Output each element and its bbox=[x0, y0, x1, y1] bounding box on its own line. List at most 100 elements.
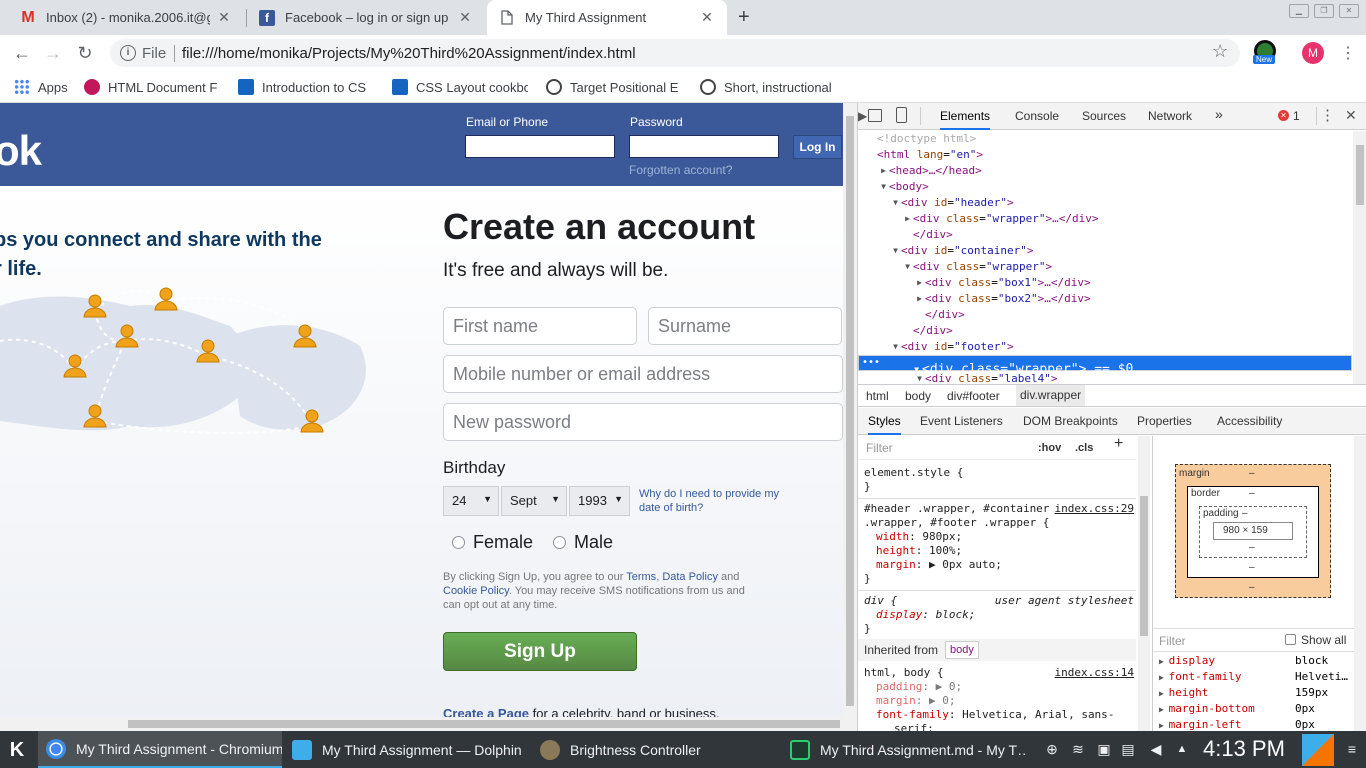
expand-arrow-icon[interactable]: ▶ bbox=[1159, 689, 1169, 698]
rule3-selector[interactable]: html, body { bbox=[864, 666, 943, 680]
tray-expand-icon[interactable]: ▲ bbox=[1174, 741, 1190, 757]
computed-property[interactable]: ▶ font-family Helveti… bbox=[1159, 670, 1348, 683]
login-email-input[interactable] bbox=[465, 135, 615, 158]
subtab-event-listeners[interactable]: Event Listeners bbox=[920, 414, 1003, 428]
reload-button[interactable]: ↻ bbox=[73, 41, 97, 65]
expand-arrow-icon[interactable]: ▶ bbox=[858, 163, 886, 179]
breadcrumb-html[interactable]: html bbox=[866, 389, 889, 403]
dom-node[interactable]: ▶ <head>…</head> bbox=[858, 163, 1352, 179]
male-radio[interactable]: Male bbox=[553, 532, 613, 553]
device-toolbar-icon[interactable] bbox=[896, 107, 907, 123]
expand-arrow-icon[interactable]: ▶ bbox=[1159, 673, 1169, 682]
expand-arrow-icon[interactable]: ▶ bbox=[1159, 657, 1169, 666]
page-vertical-scroll-thumb[interactable] bbox=[846, 116, 854, 706]
fb-logo[interactable]: ok bbox=[0, 127, 42, 175]
css-property[interactable]: display: block; bbox=[876, 608, 975, 622]
create-page-link[interactable]: Create a Page bbox=[443, 706, 529, 717]
taskbar-menu-icon[interactable]: ≡ bbox=[1344, 741, 1360, 757]
css-property[interactable]: margin: ▶ 0px auto; bbox=[876, 558, 1002, 572]
rule2-selector[interactable]: div { bbox=[864, 594, 897, 608]
wifi-icon[interactable]: ≋ bbox=[1070, 741, 1086, 757]
taskbar-item-editor[interactable]: My Third Assignment.md - My T… bbox=[782, 731, 1026, 768]
css-property[interactable]: width: 980px; bbox=[876, 530, 962, 544]
clipboard-icon[interactable]: ▤ bbox=[1120, 741, 1136, 757]
minimize-window-button[interactable]: ▁ bbox=[1289, 4, 1309, 18]
dom-node[interactable]: ▼ <div class="label4"> bbox=[858, 371, 1352, 384]
url-text[interactable]: file:///home/monika/Projects/My%20Third%… bbox=[182, 45, 636, 62]
styles-filter-input[interactable]: Filter bbox=[866, 441, 893, 455]
rule1-selector[interactable]: #header .wrapper, #container bbox=[864, 502, 1049, 516]
devtools-tab-console[interactable]: Console bbox=[1015, 109, 1059, 123]
breadcrumb-div-footer[interactable]: div#footer bbox=[947, 389, 1000, 403]
css-property[interactable]: margin: ▶ 0; bbox=[876, 694, 956, 708]
sign-up-button[interactable]: Sign Up bbox=[443, 632, 637, 671]
node-actions-icon[interactable]: ••• bbox=[862, 355, 880, 371]
dom-node[interactable]: ▼ <div id="header"> bbox=[858, 195, 1352, 211]
collapse-arrow-icon[interactable]: ▼ bbox=[858, 339, 898, 355]
dom-node[interactable]: ▼ <div id="footer"> bbox=[858, 339, 1352, 355]
dom-node[interactable]: ▼ <div id="container"> bbox=[858, 243, 1352, 259]
birthday-month-select[interactable]: Sept ▼ bbox=[501, 486, 567, 516]
dom-node[interactable]: ▶ <div class="box2">…</div> bbox=[858, 291, 1352, 307]
taskbar-item-dolphin[interactable]: My Third Assignment — Dolphin bbox=[284, 731, 528, 768]
surname-input[interactable]: Surname bbox=[648, 307, 842, 345]
data-policy-link[interactable]: Data Policy bbox=[662, 571, 718, 583]
close-tab-icon[interactable]: ✕ bbox=[216, 9, 232, 26]
bookmark-star-icon[interactable]: ☆ bbox=[1212, 41, 1228, 62]
mobile-email-input[interactable]: Mobile number or email address bbox=[443, 355, 843, 393]
devtools-tab-elements[interactable]: Elements bbox=[940, 109, 991, 130]
subtab-properties[interactable]: Properties bbox=[1137, 414, 1192, 428]
profile-avatar[interactable]: M bbox=[1302, 42, 1324, 64]
error-icon[interactable]: ✕ bbox=[1278, 110, 1289, 121]
clock[interactable]: 4:13 PM bbox=[1203, 736, 1285, 762]
more-tabs-icon[interactable]: » bbox=[1215, 106, 1223, 122]
computed-property[interactable]: ▶ margin-left 0px bbox=[1159, 718, 1315, 731]
class-toggle[interactable]: .cls bbox=[1075, 441, 1093, 455]
devtools-tab-network[interactable]: Network bbox=[1148, 109, 1192, 123]
breadcrumb-div-wrapper[interactable]: div.wrapper bbox=[1016, 385, 1086, 406]
close-tab-icon[interactable]: ✕ bbox=[457, 9, 473, 26]
birthday-day-select[interactable]: 24 ▼ bbox=[443, 486, 499, 516]
bookmark-short-instructional[interactable]: Short, instructional bbox=[700, 77, 836, 97]
inspect-element-icon[interactable] bbox=[868, 109, 882, 122]
rule3-source-link[interactable]: index.css:14 bbox=[1055, 666, 1134, 680]
dom-scroll-thumb[interactable] bbox=[1356, 145, 1364, 205]
dom-node[interactable]: </div> bbox=[858, 227, 1352, 243]
collapse-arrow-icon[interactable]: ▼ bbox=[858, 243, 898, 259]
maximize-window-button[interactable]: ❐ bbox=[1314, 4, 1334, 18]
css-property[interactable]: height: 100%; bbox=[876, 544, 962, 558]
bookmark-html-document[interactable]: HTML Document F bbox=[84, 77, 220, 97]
breadcrumb-body[interactable]: body bbox=[905, 389, 931, 403]
dom-node[interactable]: ▶ <div class="box1">…</div> bbox=[858, 275, 1352, 291]
subtab-dom-breakpoints[interactable]: DOM Breakpoints bbox=[1023, 414, 1118, 428]
forward-button[interactable]: → bbox=[41, 41, 65, 65]
why-birthday-link[interactable]: Why do I need to provide my date of birt… bbox=[639, 487, 799, 515]
taskbar-item-brightness[interactable]: Brightness Controller bbox=[532, 731, 776, 768]
bookmark-intro-css[interactable]: Introduction to CS bbox=[238, 77, 374, 97]
devtools-menu-icon[interactable]: ⋮ bbox=[1320, 106, 1335, 124]
bookmark-target-positional[interactable]: Target Positional E bbox=[546, 77, 682, 97]
page-horizontal-scroll-thumb[interactable] bbox=[128, 720, 840, 728]
birthday-year-select[interactable]: 1993 ▼ bbox=[569, 486, 630, 516]
css-property[interactable]: font-family: Helvetica, Arial, sans- bbox=[876, 708, 1114, 722]
back-button[interactable]: ← bbox=[10, 41, 34, 65]
tab-gmail[interactable]: M Inbox (2) - monika.2006.it@gmail.com ✕ bbox=[8, 0, 244, 35]
radio-circle[interactable] bbox=[553, 536, 566, 549]
close-window-button[interactable]: ✕ bbox=[1339, 4, 1359, 18]
volume-icon[interactable]: ◀ bbox=[1148, 741, 1164, 757]
dom-node[interactable]: <!doctype html> bbox=[858, 131, 1352, 147]
terms-link[interactable]: Terms bbox=[626, 571, 656, 583]
devtools-tab-sources[interactable]: Sources bbox=[1082, 109, 1126, 123]
dom-node[interactable]: ▼ <body> bbox=[858, 179, 1352, 195]
info-icon[interactable]: i bbox=[120, 45, 136, 61]
tab-my-third-assignment[interactable]: My Third Assignment ✕ bbox=[487, 0, 727, 35]
subtab-styles[interactable]: Styles bbox=[868, 414, 901, 435]
expand-arrow-icon[interactable]: ▶ bbox=[858, 291, 922, 307]
css-property[interactable]: padding: ▶ 0; bbox=[876, 680, 962, 694]
address-bar[interactable]: i File file:///home/monika/Projects/My%2… bbox=[110, 39, 1240, 67]
login-password-input[interactable] bbox=[629, 135, 779, 158]
bookmark-apps[interactable]: Apps bbox=[14, 77, 74, 97]
expand-arrow-icon[interactable]: ▶ bbox=[858, 211, 910, 227]
computed-property[interactable]: ▶ display block bbox=[1159, 654, 1328, 667]
system-tray-icon[interactable]: ⊕ bbox=[1044, 741, 1060, 757]
